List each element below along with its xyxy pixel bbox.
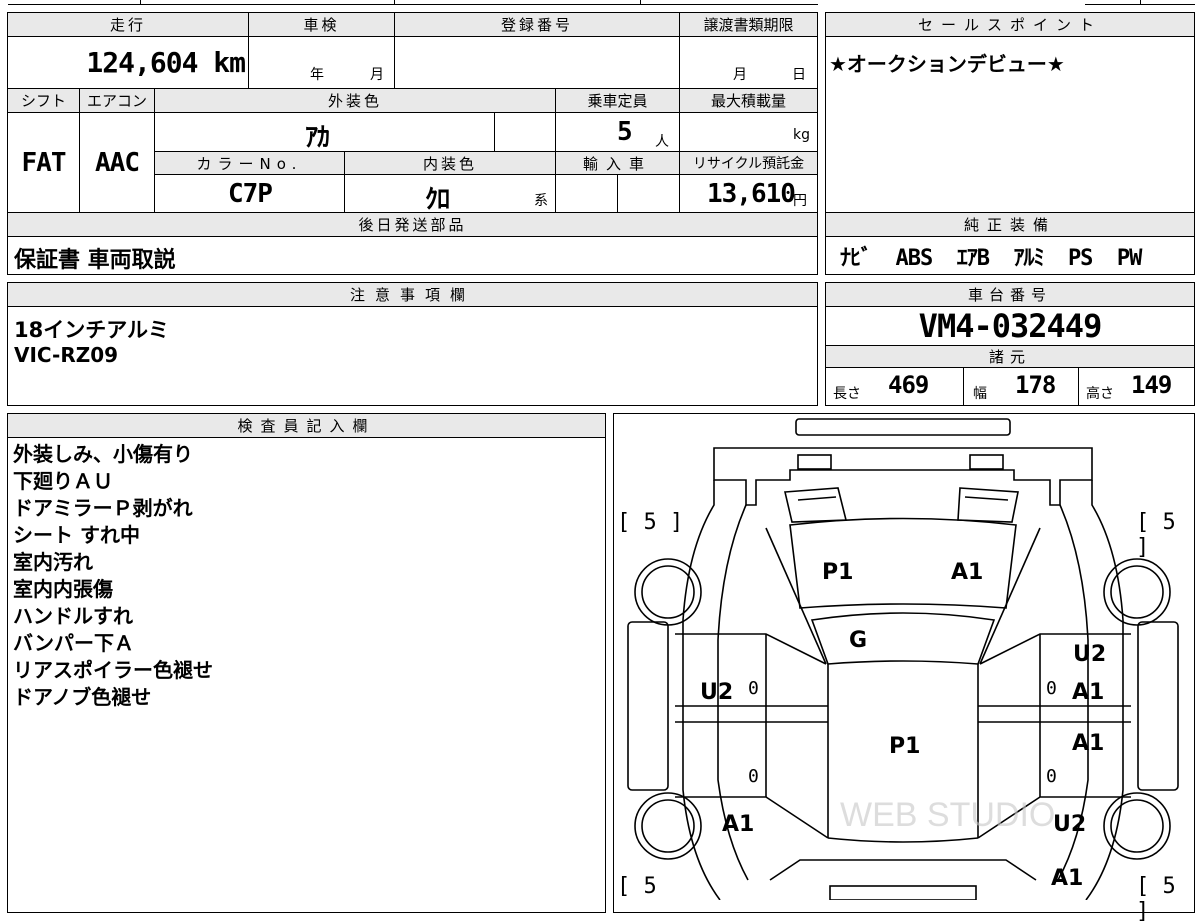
inspector-note: ドアミラーＰ剥がれ [13,496,193,520]
inspector-note: リアスポイラー色褪せ [13,658,213,682]
max-load-header: 最大積載量 [680,89,817,113]
sales-point-header: セールスポイント [826,13,1194,37]
top-strip-divider [640,0,641,5]
inspector-header: 検査員記入欄 [8,414,605,438]
capacity-header: 乗車定員 [556,89,679,113]
mileage-header: 走行 [8,13,248,37]
length-value: 469 [888,371,929,399]
interior-color-header: 内装色 [345,152,555,175]
grid-line [248,13,249,88]
tire-rear-right-grade: [ 5 ] [1136,874,1176,924]
shift-value: FAT [21,148,67,178]
deadline-day-unit: 日 [792,67,806,83]
grid-line [1078,368,1079,406]
right-front-door-mark: A1 [1072,680,1105,705]
transfer-deadline-header: 譲渡書類期限 [680,13,817,37]
shift-header: シフト [8,89,79,113]
right-rear-fender-mark: U2 [1053,812,1087,837]
aircon-value: AAC [95,148,140,178]
interior-color-suffix: 系 [534,193,548,209]
left-front-door-zero: 0 [748,678,759,699]
color-no-value: C7P [228,179,273,209]
exterior-color-value: ｱｶ [305,123,330,153]
grid-line [394,13,395,88]
chassis-header: 車台番号 [826,283,1194,307]
capacity-value: 5 [617,117,633,147]
notes-line-1: 18インチアルミ [14,318,170,342]
car-outline-diagram: WEB STUDIO [627,418,1179,900]
top-strip-divider [1140,0,1141,5]
aircon-header: エアコン [80,89,154,113]
width-label: 幅 [973,386,987,402]
deadline-month-unit: 月 [733,67,747,83]
right-rear-bottom-mark: A1 [1051,866,1084,891]
exterior-color-header: 外装色 [155,89,555,113]
inspection-month-unit: 月 [370,67,384,83]
length-label: 長さ [833,386,861,402]
inspector-note: バンパー下Ａ [13,631,134,655]
left-rear-fender-mark: A1 [722,812,755,837]
top-strip-divider [394,0,395,5]
hood-right-mark: A1 [951,560,984,585]
height-value: 149 [1131,371,1172,399]
roof-mark: P1 [889,734,921,759]
capacity-unit: 人 [655,134,669,150]
right-rear-door-mark: A1 [1072,731,1105,756]
registration-header: 登録番号 [395,13,679,37]
width-value: 178 [1015,371,1056,399]
specs-header: 諸元 [826,346,1194,368]
recycle-value: 13,610 [707,179,796,209]
grid-line [494,113,495,151]
tire-rear-left-grade: [ 5 [617,874,657,899]
windshield-mark: G [849,628,868,653]
grid-line [679,13,680,88]
max-load-unit: kg [793,127,810,143]
top-strip-divider [140,0,141,5]
notes-header: 注意事項欄 [8,283,817,307]
inspector-note: 下廻りＡＵ [13,469,113,493]
recycle-header: リサイクル預託金 [680,152,817,175]
inspector-note: ハンドルすれ [13,604,133,628]
interior-color-value: ｸﾛ [425,185,450,215]
grid-line [617,175,618,213]
inspection-header: 車検 [249,13,394,37]
inspector-note: 室内汚れ [13,550,93,574]
color-no-header: カラーNo. [155,152,344,175]
notes-line-2: VIC-RZ09 [14,343,119,367]
later-parts-value: 保証書 車両取説 [14,248,176,273]
left-front-door-mark: U2 [700,680,734,705]
tire-front-right-grade: [ 5 ] [1136,510,1176,560]
right-rear-door-zero: 0 [1046,766,1057,787]
inspector-note: 室内内張傷 [13,577,113,601]
inspector-note: シート すれ中 [13,523,140,547]
hood-left-mark: P1 [822,560,854,585]
height-label: 高さ [1086,386,1114,402]
chassis-value: VM4-032449 [918,307,1103,345]
recycle-unit: 円 [793,193,807,209]
inspection-year-unit: 年 [310,67,324,83]
mileage-value: 124,604 km [86,46,246,79]
top-strip-line [8,4,818,5]
svg-text:WEB STUDIO: WEB STUDIO [840,796,1055,834]
inspector-note: ドアノブ色褪せ [13,685,152,709]
standard-equipment-value: ﾅﾋﾞ ABS ｴｱB ｱﾙﾐ PS PW [840,246,1142,271]
inspector-note: 外装しみ、小傷有り [13,442,193,466]
grid-line [963,368,964,406]
left-rear-door-zero: 0 [748,766,759,787]
tire-front-left-grade: [ 5 ] [617,510,684,535]
sales-point-value: ★オークションデビュー★ [829,52,1065,76]
later-parts-header: 後日発送部品 [8,213,817,237]
inspector-notes: 外装しみ、小傷有り 下廻りＡＵ ドアミラーＰ剥がれ シート すれ中 室内汚れ 室… [13,441,213,711]
grid-line [344,152,345,213]
right-front-door-zero: 0 [1046,678,1057,699]
standard-equipment-header: 純正装備 [826,213,1194,237]
import-header: 輸入車 [556,152,679,175]
right-front-fender-mark: U2 [1073,642,1107,667]
